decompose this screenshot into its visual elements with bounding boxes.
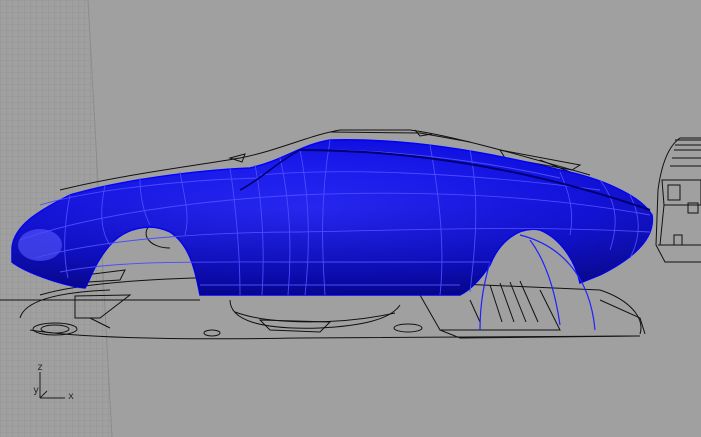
rear-view-wireframe [655,137,701,263]
axis-y-label: y [33,385,40,396]
axis-x-label: x [68,391,75,402]
axis-z-label: z [37,362,44,373]
perspective-viewport[interactable]: x y z [0,0,701,437]
viewport-canvas[interactable] [0,0,701,437]
